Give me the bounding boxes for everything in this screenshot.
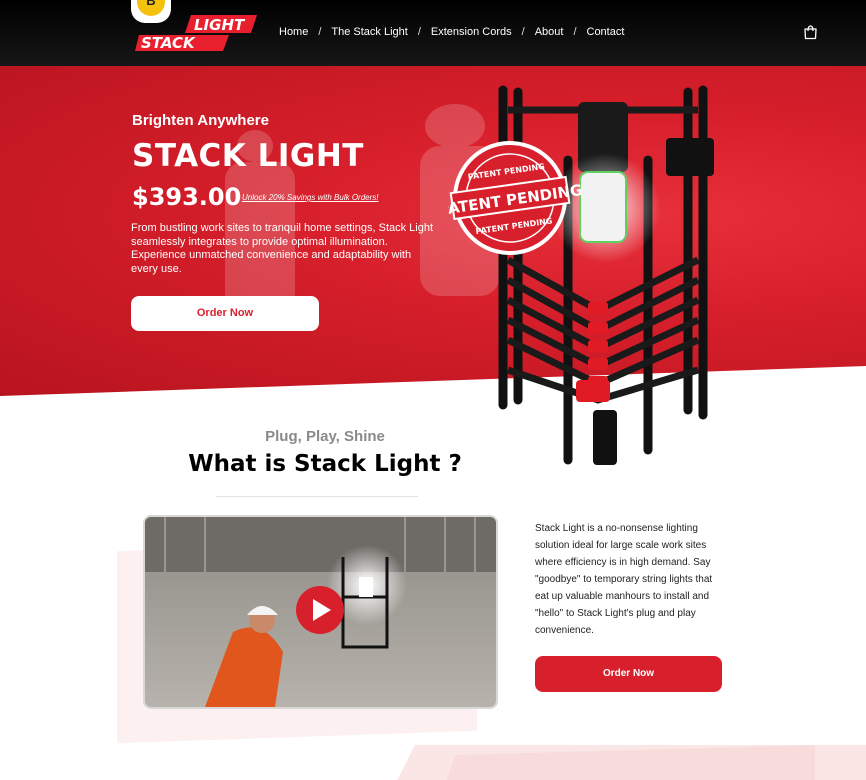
product-video[interactable] [145,517,496,707]
shopping-bag-icon[interactable] [803,25,818,40]
logo-bottom-text: STACK [141,34,196,51]
stack-light-product-image: PATENT PENDING PATENT PENDING PATENT PEN… [448,85,714,465]
nav-home[interactable]: Home [279,26,308,38]
section-body-text: Stack Light is a no-nonsense lighting so… [535,523,713,636]
hero-description: From bustling work sites to tranquil hom… [131,222,434,275]
section-divider [216,496,418,497]
stack-light-logo[interactable]: LIGHT STACK [135,15,257,51]
nav-contact[interactable]: Contact [587,26,625,38]
bottom-decoration [397,745,866,780]
site-header: B LIGHT STACK Home / The Stack Light / E… [0,0,866,66]
order-now-button[interactable]: Order Now [131,296,319,331]
section-kicker: Plug, Play, Shine [265,428,385,445]
badge-letter: B [137,0,165,16]
nav-separator: / [318,26,322,38]
hero-title: STACK LIGHT [132,138,364,174]
hero-price: $393.00 [132,183,242,211]
nav-the-stack-light[interactable]: The Stack Light [331,26,407,38]
nav-separator: / [521,26,525,38]
nav-extension-cords[interactable]: Extension Cords [431,26,512,38]
hero-tagline: Brighten Anywhere [132,112,269,129]
main-nav: Home / The Stack Light / Extension Cords… [279,26,624,38]
nav-separator: / [417,26,421,38]
nav-about[interactable]: About [535,26,564,38]
order-now-button-secondary[interactable]: Order Now [535,656,722,692]
bulk-savings-link[interactable]: Unlock 20% Savings with Bulk Orders! [242,193,379,202]
logo-top-text: LIGHT [194,16,246,34]
nav-separator: / [573,26,577,38]
section-heading: What is Stack Light ? [188,451,462,477]
